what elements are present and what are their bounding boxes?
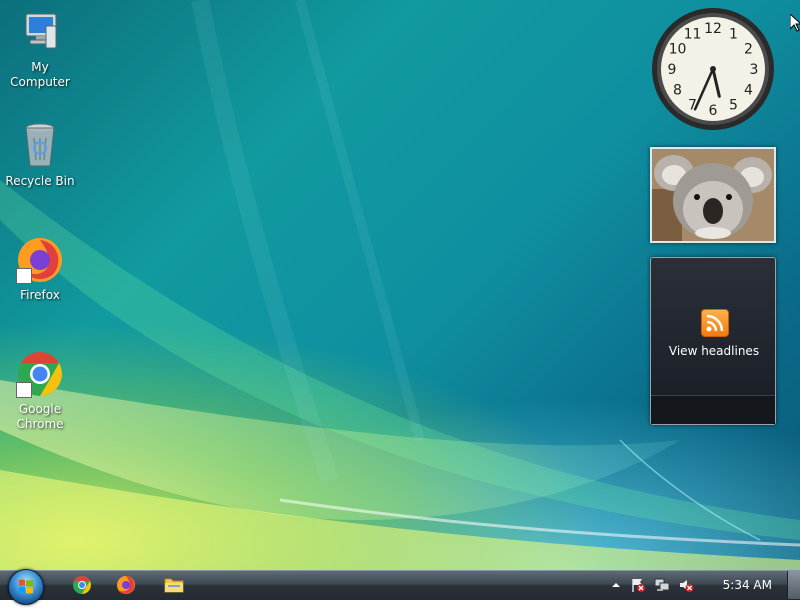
clock-numeral: 6 bbox=[709, 103, 718, 119]
chrome-icon bbox=[16, 350, 64, 398]
desktop-icon-label: Firefox bbox=[20, 288, 60, 302]
view-headlines-link[interactable]: View headlines bbox=[651, 344, 777, 358]
action-center-flag-icon[interactable] bbox=[630, 577, 646, 593]
clock-numeral: 12 bbox=[704, 21, 722, 37]
taskbar-file-explorer-button[interactable] bbox=[160, 573, 188, 597]
taskbar-clock[interactable]: 5:34 AM bbox=[723, 578, 772, 592]
firefox-icon bbox=[117, 576, 135, 594]
recycle-bin-icon bbox=[16, 122, 64, 170]
file-explorer-icon bbox=[164, 578, 184, 593]
chrome-icon bbox=[73, 576, 91, 594]
clock-numeral: 8 bbox=[673, 83, 682, 99]
taskbar-chrome-button[interactable] bbox=[68, 573, 96, 597]
desktop-icon-my-computer[interactable]: My Computer bbox=[0, 8, 80, 90]
desktop-icon-label: Recycle Bin bbox=[5, 174, 75, 188]
desktop-icon-label: My Computer bbox=[10, 60, 70, 89]
network-icon[interactable] bbox=[654, 577, 670, 593]
desktop-icon-firefox[interactable]: Firefox bbox=[0, 236, 80, 303]
slideshow-gadget[interactable] bbox=[650, 147, 776, 243]
desktop-icon-label: Google Chrome bbox=[16, 402, 64, 431]
feed-gadget-footer bbox=[651, 395, 775, 424]
clock-numeral: 1 bbox=[729, 26, 738, 42]
desktop-icon-google-chrome[interactable]: Google Chrome bbox=[0, 350, 80, 432]
rss-icon bbox=[701, 309, 729, 337]
firefox-icon bbox=[16, 236, 64, 284]
mouse-cursor-icon bbox=[790, 14, 800, 32]
taskbar: 5:34 AM bbox=[0, 569, 800, 605]
desktop-icon-recycle-bin[interactable]: Recycle Bin bbox=[0, 122, 80, 189]
koala-photo bbox=[652, 149, 774, 241]
desktop[interactable]: My Computer Recycle Bin Firefox Google C… bbox=[0, 0, 800, 570]
volume-muted-icon[interactable] bbox=[678, 577, 694, 593]
clock-numeral: 2 bbox=[744, 42, 753, 58]
clock-numeral: 4 bbox=[744, 83, 753, 99]
taskbar-firefox-button[interactable] bbox=[112, 573, 140, 597]
clock-numeral: 5 bbox=[729, 98, 738, 114]
shortcut-arrow-icon bbox=[16, 268, 32, 284]
shortcut-arrow-icon bbox=[16, 382, 32, 398]
clock-gadget[interactable]: 12 1 2 3 4 5 6 7 8 9 10 11 bbox=[650, 6, 776, 132]
computer-icon bbox=[16, 8, 64, 56]
clock-numeral: 9 bbox=[668, 62, 677, 78]
show-hidden-icons[interactable] bbox=[608, 577, 624, 593]
clock-numeral: 11 bbox=[684, 26, 702, 42]
feed-headlines-gadget[interactable]: View headlines bbox=[650, 257, 776, 425]
clock-numeral: 10 bbox=[669, 42, 687, 58]
clock-numeral: 3 bbox=[750, 62, 759, 78]
show-desktop-button[interactable] bbox=[787, 571, 800, 599]
